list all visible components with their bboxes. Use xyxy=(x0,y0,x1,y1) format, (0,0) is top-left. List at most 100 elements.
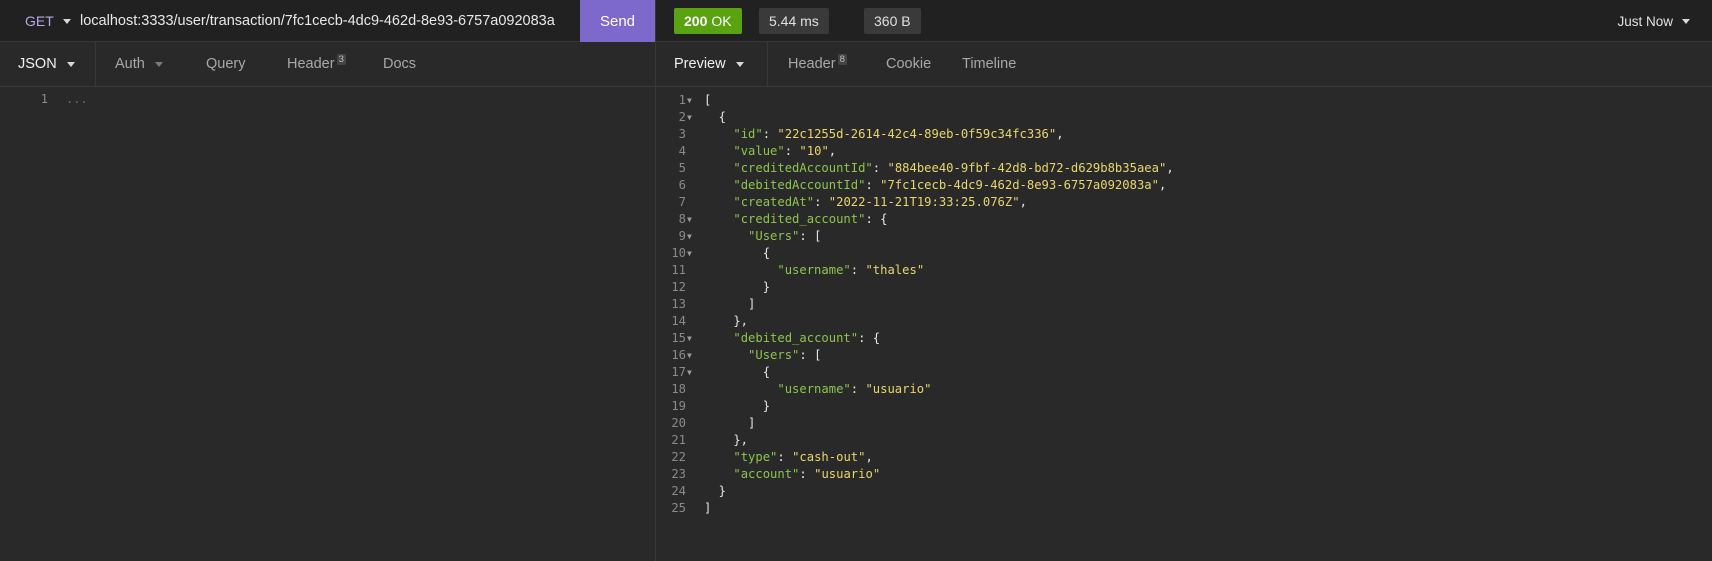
tab-label: Header xyxy=(287,56,335,72)
url-text: localhost:3333/user/transaction/7fc1cecb… xyxy=(80,13,555,29)
status-text: OK xyxy=(711,13,732,29)
history-dropdown[interactable]: Just Now xyxy=(1617,0,1690,42)
code-line: 12 } xyxy=(656,279,1712,296)
line-number: 25 xyxy=(671,501,686,515)
line-number: 13 xyxy=(671,297,686,311)
line-number: 17 xyxy=(671,365,686,379)
code-text: { xyxy=(704,246,771,260)
method-dropdown[interactable]: GET xyxy=(25,0,71,42)
tab-docs[interactable]: Docs xyxy=(375,42,445,86)
code-line: 5 "creditedAccountId": "884bee40-9fbf-42… xyxy=(656,160,1712,177)
tab-label: Docs xyxy=(383,56,417,72)
code-text: ] xyxy=(704,416,756,430)
code-line: 4 "value": "10", xyxy=(656,143,1712,160)
code-text: ] xyxy=(704,297,756,311)
tab-timeline[interactable]: Timeline xyxy=(954,42,1054,86)
line-number: 1 xyxy=(678,93,686,107)
chevron-down-icon xyxy=(1682,18,1690,24)
tab-body-json[interactable]: JSON xyxy=(0,42,96,86)
code-line: 21 }, xyxy=(656,432,1712,449)
code-text: } xyxy=(704,484,727,498)
json-value-value: 10 xyxy=(806,144,822,158)
line-number: 15 xyxy=(671,331,686,345)
code-line: 16 ▼ "Users": [ xyxy=(656,347,1712,364)
code-line: 23 "account": "usuario" xyxy=(656,466,1712,483)
history-label: Just Now xyxy=(1617,13,1673,29)
code-text: } xyxy=(704,280,771,294)
code-line: 25] xyxy=(656,500,1712,517)
fold-icon[interactable]: ▼ xyxy=(687,109,692,126)
fold-icon[interactable]: ▼ xyxy=(687,92,692,109)
line-number: 10 xyxy=(671,246,686,260)
header-count-badge: 3 xyxy=(336,53,346,65)
json-value-debited-username: usuario xyxy=(872,382,925,396)
code-text: "createdAt": "2022-11-21T19:33:25.076Z", xyxy=(733,195,1027,209)
tab-label: Cookie xyxy=(886,56,932,72)
tab-auth[interactable]: Auth xyxy=(96,42,190,86)
fold-icon[interactable]: ▼ xyxy=(687,364,692,381)
code-line: 3 "id": "22c1255d-2614-42c4-89eb-0f59c34… xyxy=(656,126,1712,143)
response-time-badge: 5.44 ms xyxy=(759,8,829,34)
code-text: }, xyxy=(704,314,749,328)
code-line: 11 "username": "thales" xyxy=(656,262,1712,279)
json-value-created-at: 2022-11-21T19:33:25.076Z xyxy=(836,195,1013,209)
line-number: 9 xyxy=(678,229,686,243)
line-number: 5 xyxy=(678,161,686,175)
code-text: } xyxy=(704,399,771,413)
json-value-credited-account-id: 884bee40-9fbf-42d8-bd72-d629b8b35aea xyxy=(894,161,1159,175)
code-text: "Users": [ xyxy=(748,348,822,362)
code-text: }, xyxy=(704,433,749,447)
json-value-id: 22c1255d-2614-42c4-89eb-0f59c34fc336 xyxy=(784,127,1049,141)
line-number: 23 xyxy=(671,467,686,481)
chevron-down-icon xyxy=(66,61,75,67)
line-number: 20 xyxy=(671,416,686,430)
code-line: 14 }, xyxy=(656,313,1712,330)
code-text: "debitedAccountId": "7fc1cecb-4dc9-462d-… xyxy=(733,178,1167,192)
tab-label: Auth xyxy=(115,56,145,72)
tab-header[interactable]: Header 3 xyxy=(270,42,375,86)
response-size-badge: 360 B xyxy=(864,8,921,34)
tab-preview[interactable]: Preview xyxy=(656,42,768,86)
code-text: "Users": [ xyxy=(748,229,822,243)
code-line: 18 "username": "usuario" xyxy=(656,381,1712,398)
fold-icon[interactable]: ▼ xyxy=(687,347,692,364)
code-line: 10 ▼ { xyxy=(656,245,1712,262)
line-number: 21 xyxy=(671,433,686,447)
code-line: 7 "createdAt": "2022-11-21T19:33:25.076Z… xyxy=(656,194,1712,211)
code-text: { xyxy=(704,365,771,379)
code-line: 19 } xyxy=(656,398,1712,415)
method-label: GET xyxy=(25,13,54,29)
tab-label: Timeline xyxy=(962,56,1017,72)
code-text: "creditedAccountId": "884bee40-9fbf-42d8… xyxy=(733,161,1174,175)
tab-cookie[interactable]: Cookie xyxy=(872,42,954,86)
code-text: "credited_account": { xyxy=(733,212,888,226)
code-line: 17 ▼ { xyxy=(656,364,1712,381)
code-line: 6 "debitedAccountId": "7fc1cecb-4dc9-462… xyxy=(656,177,1712,194)
tab-response-header[interactable]: Header 8 xyxy=(768,42,872,86)
status-badge: 200 OK xyxy=(674,8,742,34)
line-number: 2 xyxy=(678,110,686,124)
url-input[interactable]: localhost:3333/user/transaction/7fc1cecb… xyxy=(80,0,580,42)
code-line: 22 "type": "cash-out", xyxy=(656,449,1712,466)
code-text: "id": "22c1255d-2614-42c4-89eb-0f59c34fc… xyxy=(733,127,1064,141)
fold-icon[interactable]: ▼ xyxy=(687,228,692,245)
line-number: 7 xyxy=(678,195,686,209)
request-body-editor[interactable]: 1 ... xyxy=(0,88,655,561)
tab-label: Preview xyxy=(674,56,726,72)
fold-icon[interactable]: ▼ xyxy=(687,211,692,228)
send-button[interactable]: Send xyxy=(580,0,655,42)
fold-icon[interactable]: ▼ xyxy=(687,245,692,262)
code-text: ] xyxy=(704,501,712,515)
line-number: 8 xyxy=(678,212,686,226)
line-number: 14 xyxy=(671,314,686,328)
code-text: "username": "usuario" xyxy=(777,382,932,396)
code-text: "username": "thales" xyxy=(777,263,925,277)
code-line: 13 ] xyxy=(656,296,1712,313)
code-text: "account": "usuario" xyxy=(733,467,881,481)
fold-icon[interactable]: ▼ xyxy=(687,330,692,347)
code-line: 8 ▼ "credited_account": { xyxy=(656,211,1712,228)
code-line: 20 ] xyxy=(656,415,1712,432)
json-value-type: cash-out xyxy=(799,450,859,464)
line-number: 4 xyxy=(678,144,686,158)
tab-query[interactable]: Query xyxy=(190,42,270,86)
